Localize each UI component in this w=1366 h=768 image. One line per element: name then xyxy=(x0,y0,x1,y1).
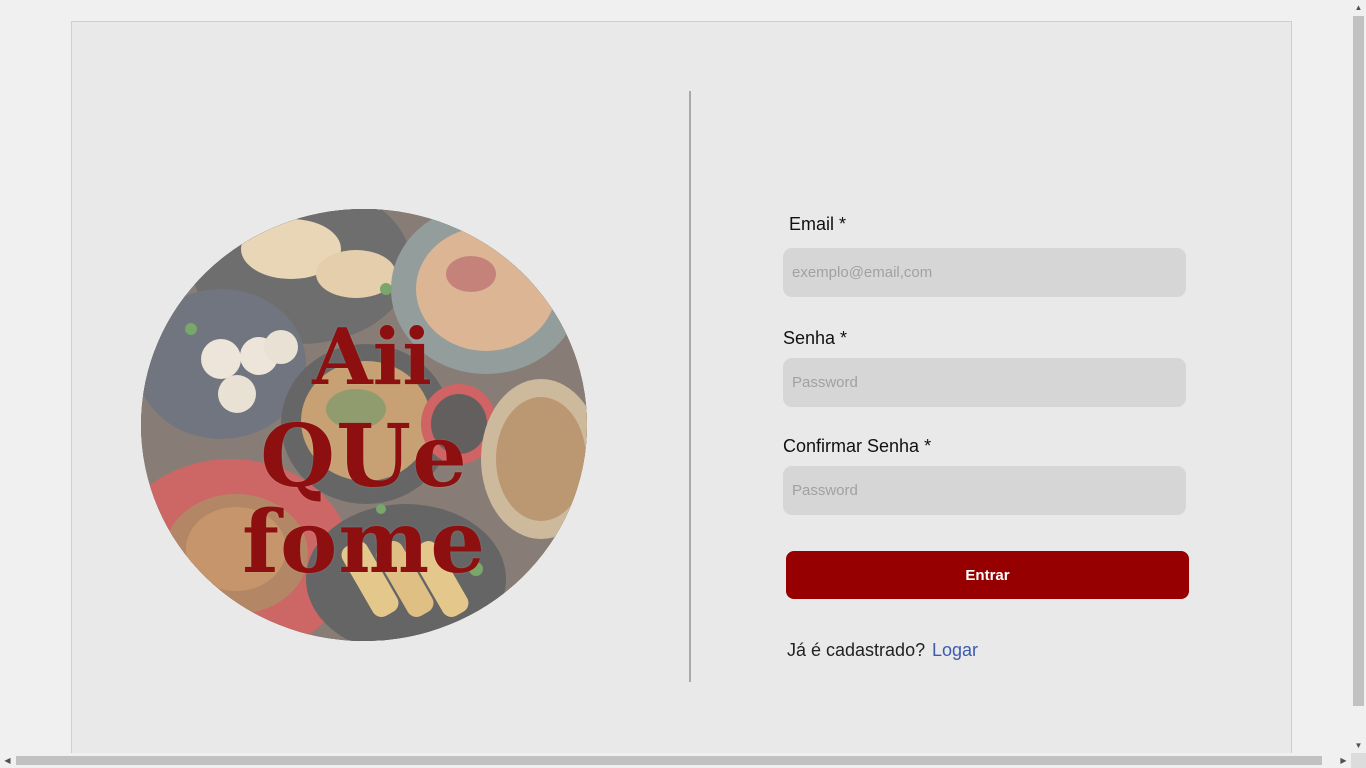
vertical-divider xyxy=(689,91,691,682)
already-registered-text: Já é cadastrado? xyxy=(787,640,926,660)
vertical-scrollbar[interactable]: ▲ ▼ xyxy=(1351,0,1366,753)
submit-button[interactable]: Entrar xyxy=(786,551,1189,599)
horizontal-scroll-thumb[interactable] xyxy=(16,756,1322,765)
horizontal-scrollbar[interactable]: ◀ ▶ xyxy=(0,753,1351,768)
email-field[interactable] xyxy=(783,248,1186,297)
confirm-password-field[interactable] xyxy=(783,466,1186,515)
scroll-down-icon[interactable]: ▼ xyxy=(1351,738,1366,753)
scroll-up-icon[interactable]: ▲ xyxy=(1351,0,1366,15)
scrollbar-corner xyxy=(1351,753,1366,768)
email-label: Email * xyxy=(789,214,847,234)
scroll-left-icon[interactable]: ◀ xyxy=(0,753,15,768)
vertical-scroll-thumb[interactable] xyxy=(1353,16,1364,706)
password-field[interactable] xyxy=(783,358,1186,407)
logo-food-image: Aii QUe fome xyxy=(141,209,587,641)
login-link[interactable]: Logar xyxy=(932,640,978,661)
scroll-right-icon[interactable]: ▶ xyxy=(1336,753,1351,768)
confirm-password-label: Confirmar Senha * xyxy=(783,436,932,456)
logo-title-line2: QUe fome xyxy=(241,406,487,593)
password-label: Senha * xyxy=(783,328,848,348)
logo-title-line1: Aii xyxy=(312,312,432,403)
